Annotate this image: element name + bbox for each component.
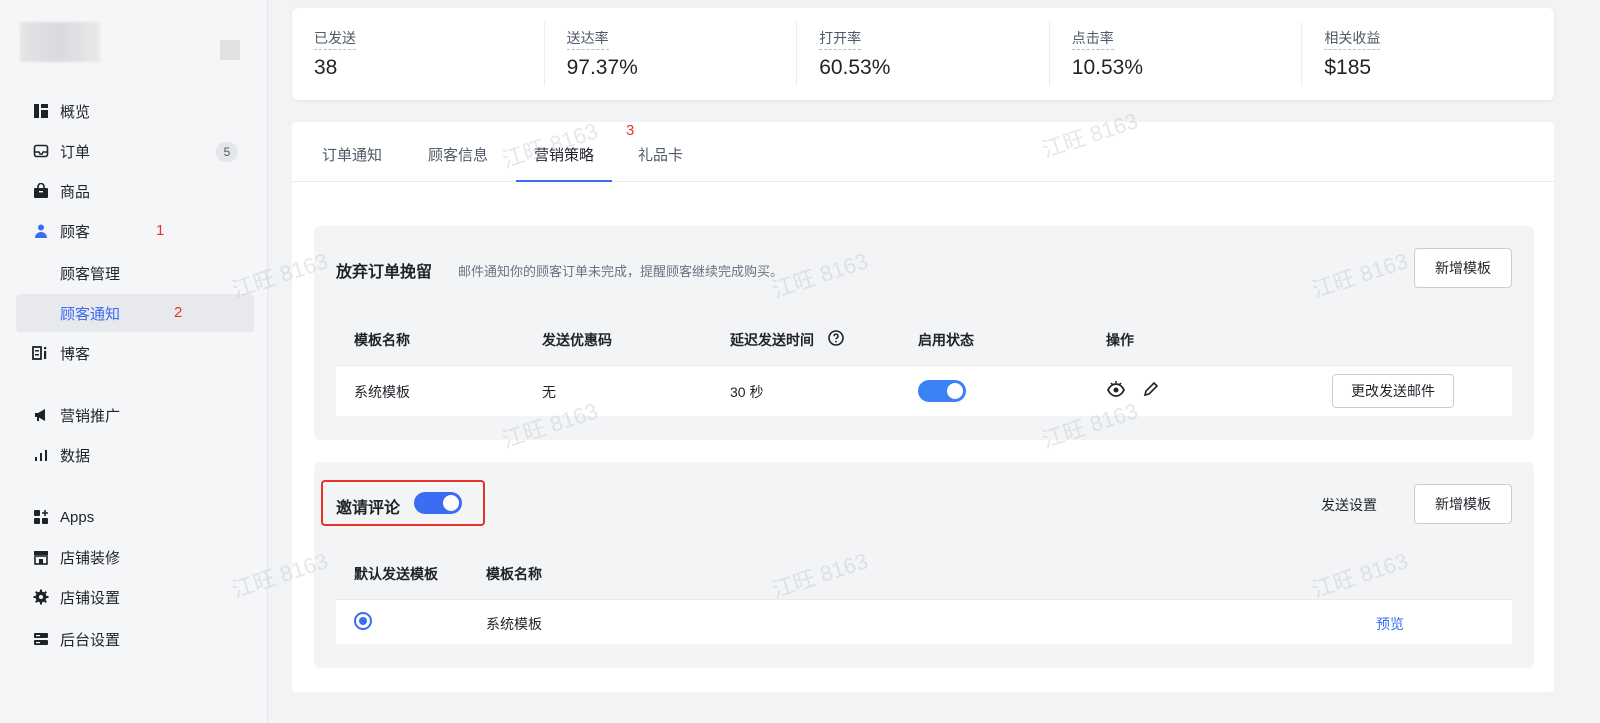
abandoned-order-title: 放弃订单挽留 <box>336 264 433 281</box>
tab-customer-info[interactable]: 顾客信息 <box>428 144 488 182</box>
highlight-box <box>321 480 485 526</box>
sidebar-item-label: 店铺装修 <box>60 549 121 567</box>
tab-bar: 订单通知 顾客信息 营销策略 礼品卡 <box>292 122 1554 182</box>
column-actions: 操作 <box>1106 332 1134 348</box>
megaphone-icon <box>32 406 50 424</box>
annotation-2: 2 <box>174 304 183 321</box>
table-header: 默认发送模板 模板名称 <box>336 544 1512 600</box>
template-name-cell: 系统模板 <box>486 616 542 632</box>
column-default-template: 默认发送模板 <box>354 566 438 582</box>
delay-cell: 30 秒 <box>730 384 764 400</box>
stat-value: 60.53% <box>819 56 891 79</box>
inbox-icon <box>32 142 50 160</box>
sidebar-item-label: 顾客管理 <box>60 265 121 283</box>
sidebar-item-products[interactable]: 商品 <box>16 172 254 210</box>
table-header: 模板名称 发送优惠码 延迟发送时间 启用状态 操作 <box>336 310 1512 366</box>
stat-label[interactable]: 已发送 <box>314 28 356 50</box>
stat-open-rate: 打开率 60.53% <box>797 22 1050 86</box>
annotation-1: 1 <box>156 222 165 239</box>
preview-link[interactable]: 预览 <box>1376 614 1404 634</box>
review-template-table: 默认发送模板 模板名称 系统模板 预览 <box>336 544 1512 644</box>
stat-delivery-rate: 送达率 97.37% <box>545 22 798 86</box>
server-icon <box>32 630 50 648</box>
abandoned-order-description: 邮件通知你的顾客订单未完成，提醒顾客继续完成购买。 <box>458 264 784 279</box>
sidebar-item-marketing[interactable]: 营销推广 <box>16 396 254 434</box>
enable-toggle[interactable] <box>918 380 966 402</box>
stat-click-rate: 点击率 10.53% <box>1050 22 1303 86</box>
tab-gift-cards[interactable]: 礼品卡 <box>638 144 683 182</box>
stat-label[interactable]: 相关收益 <box>1324 28 1381 50</box>
stat-value: 38 <box>314 56 338 79</box>
preview-eye-icon[interactable] <box>1106 380 1126 403</box>
add-template-button[interactable]: 新增模板 <box>1414 248 1512 288</box>
sidebar-item-label: 店铺设置 <box>60 589 121 607</box>
column-template-name: 模板名称 <box>486 566 542 582</box>
store-icon <box>32 548 50 566</box>
sidebar-item-customers[interactable]: 顾客 <box>16 212 254 250</box>
tab-order-notifications[interactable]: 订单通知 <box>322 144 382 182</box>
dashboard-icon <box>32 102 50 120</box>
stat-label[interactable]: 打开率 <box>819 28 862 50</box>
change-email-button[interactable]: 更改发送邮件 <box>1332 374 1454 408</box>
notification-panel: 订单通知 顾客信息 营销策略 礼品卡 3 放弃订单挽留 邮件通知你的顾客订单未完… <box>292 122 1554 692</box>
sidebar-item-label: 顾客 <box>60 223 91 241</box>
stat-label[interactable]: 送达率 <box>566 28 609 50</box>
sidebar-item-label: 数据 <box>60 447 91 465</box>
bag-icon <box>32 182 50 200</box>
stat-value: $185 <box>1324 56 1372 79</box>
column-status: 启用状态 <box>918 332 974 348</box>
default-template-radio[interactable] <box>354 612 372 630</box>
user-icon <box>32 222 50 240</box>
sidebar-item-label: 营销推广 <box>60 407 121 425</box>
stats-summary: 已发送 38 送达率 97.37% 打开率 60.53% 点击率 10.53% … <box>292 8 1554 100</box>
sidebar-item-blog[interactable]: 博客 <box>16 334 254 372</box>
column-coupon: 发送优惠码 <box>542 332 612 348</box>
tab-marketing-strategy[interactable]: 营销策略 <box>516 144 613 182</box>
add-review-template-button[interactable]: 新增模板 <box>1414 484 1512 524</box>
sidebar-item-customer-notifications[interactable]: 顾客通知 <box>16 294 254 332</box>
apps-icon <box>32 508 50 526</box>
annotation-3: 3 <box>626 122 635 139</box>
stat-sent: 已发送 38 <box>292 22 545 86</box>
abandoned-template-table: 模板名称 发送优惠码 延迟发送时间 启用状态 操作 系统模板 无 30 秒 更改… <box>336 310 1512 416</box>
abandoned-order-card: 放弃订单挽留 邮件通知你的顾客订单未完成，提醒顾客继续完成购买。 新增模板 模板… <box>314 226 1534 440</box>
stat-label[interactable]: 点击率 <box>1071 28 1114 50</box>
sidebar-item-apps[interactable]: Apps <box>16 498 254 536</box>
bar-chart-icon <box>32 446 50 464</box>
gear-icon <box>32 588 50 606</box>
stat-value: 10.53% <box>1071 56 1144 79</box>
sidebar-item-label: 订单 <box>60 143 91 161</box>
column-template-name: 模板名称 <box>354 332 410 348</box>
stat-revenue: 相关收益 $185 <box>1302 22 1554 86</box>
sidebar-item-label: 后台设置 <box>60 631 121 649</box>
sidebar: 概览 订单 5 商品 顾客 1 顾客管理 顾客通知 2 博客 营销推广 数据 A… <box>0 0 268 723</box>
store-logo <box>20 22 100 62</box>
sidebar-item-orders[interactable]: 订单 5 <box>16 132 254 170</box>
coupon-cell: 无 <box>542 384 556 400</box>
sidebar-item-label: Apps <box>60 508 95 526</box>
review-invite-card: 邀请评论 发送设置 新增模板 默认发送模板 模板名称 系统模板 预览 <box>314 462 1534 668</box>
table-row: 系统模板 预览 <box>336 600 1512 644</box>
sidebar-item-analytics[interactable]: 数据 <box>16 436 254 474</box>
table-row: 系统模板 无 30 秒 更改发送邮件 <box>336 366 1512 416</box>
edit-pencil-icon[interactable] <box>1142 380 1160 403</box>
orders-count-badge: 5 <box>216 142 238 162</box>
sidebar-item-customer-management[interactable]: 顾客管理 <box>16 254 254 292</box>
column-delay: 延迟发送时间 <box>730 332 814 348</box>
sidebar-item-label: 顾客通知 <box>60 305 121 323</box>
sidebar-item-label: 概览 <box>60 103 91 121</box>
sidebar-item-label: 博客 <box>60 345 91 363</box>
template-name-cell: 系统模板 <box>354 384 410 400</box>
sidebar-item-store-design[interactable]: 店铺装修 <box>16 538 254 576</box>
stat-value: 97.37% <box>566 56 638 79</box>
blog-icon <box>32 344 50 362</box>
help-icon[interactable] <box>828 330 844 351</box>
sidebar-item-store-settings[interactable]: 店铺设置 <box>16 578 254 616</box>
sidebar-item-label: 商品 <box>60 183 91 201</box>
sidebar-item-admin-settings[interactable]: 后台设置 <box>16 620 254 658</box>
logo-placeholder <box>220 40 240 60</box>
sidebar-item-overview[interactable]: 概览 <box>16 92 254 130</box>
send-settings-link[interactable]: 发送设置 <box>1321 495 1377 515</box>
